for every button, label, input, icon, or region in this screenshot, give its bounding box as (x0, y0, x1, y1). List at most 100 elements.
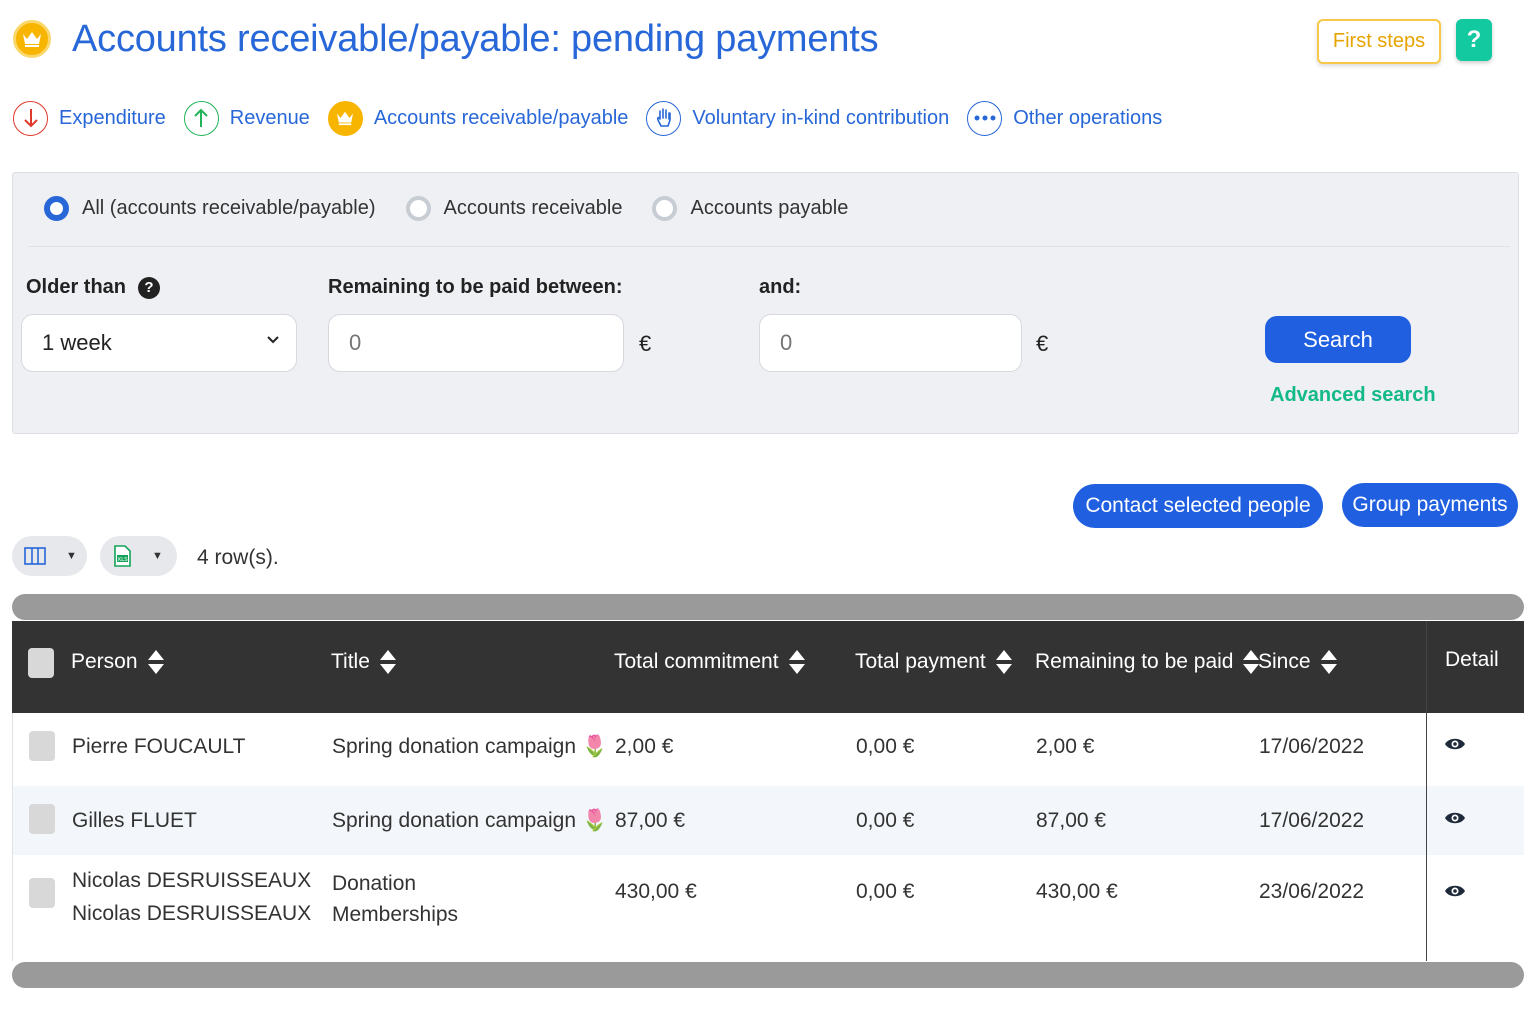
eye-icon[interactable] (1444, 883, 1466, 899)
nav-label: Voluntary in-kind contribution (692, 106, 950, 129)
commitment-cell: 87,00 € (615, 809, 686, 832)
remaining-cell: 430,00 € (1036, 880, 1118, 903)
sort-icon (788, 650, 806, 674)
contact-selected-button[interactable]: Contact selected people (1073, 484, 1323, 528)
currency-label: € (1036, 331, 1049, 356)
radio-unchecked-icon (405, 195, 431, 221)
export-button[interactable]: XLS ▼ (100, 536, 177, 576)
hand-icon (646, 100, 682, 136)
first-steps-button[interactable]: First steps (1317, 19, 1441, 64)
columns-button[interactable]: ▼ (12, 536, 87, 576)
person-cell[interactable]: Gilles FLUET (72, 805, 197, 837)
radio-label: Accounts receivable (443, 196, 623, 219)
table-header: Person Title Total commitment Total paym… (12, 621, 1524, 713)
column-header-title[interactable]: Title (331, 650, 397, 674)
nav-label: Accounts receivable/payable (373, 106, 629, 129)
rows-count: 4 row(s). (197, 546, 279, 569)
payment-cell: 0,00 € (856, 735, 915, 758)
search-button[interactable]: Search (1265, 316, 1411, 363)
remaining-max-input[interactable] (759, 314, 1022, 372)
nav-label: Expenditure (59, 106, 166, 129)
column-header-commitment[interactable]: Total commitment (614, 650, 806, 674)
svg-text:XLS: XLS (117, 557, 128, 563)
crown-icon (327, 100, 363, 136)
table-row: Pierre FOUCAULT Spring donation campaign… (12, 713, 1524, 786)
older-than-select[interactable]: 1 week (21, 314, 297, 372)
page-title: Accounts receivable/payable: pending pay… (72, 18, 879, 60)
nav-item-accounts[interactable]: Accounts receivable/payable (327, 100, 629, 136)
nav-item-other[interactable]: Other operations (967, 100, 1163, 136)
person-cell[interactable]: Nicolas DESRUISSEAUX (72, 898, 311, 930)
nav-item-in-kind[interactable]: Voluntary in-kind contribution (646, 100, 950, 136)
table-row: Nicolas DESRUISSEAUX Nicolas DESRUISSEAU… (12, 855, 1524, 961)
arrow-up-icon (183, 100, 219, 136)
remaining-cell: 87,00 € (1036, 809, 1107, 832)
and-label: and: (759, 276, 802, 298)
title-cell: Memberships (332, 903, 459, 926)
eye-icon[interactable] (1444, 810, 1466, 826)
person-cell[interactable]: Pierre FOUCAULT (72, 731, 245, 763)
excel-icon: XLS (114, 545, 131, 567)
row-checkbox[interactable] (29, 731, 55, 761)
payment-cell: 0,00 € (856, 880, 915, 903)
advanced-search-link[interactable]: Advanced search (1270, 384, 1436, 407)
select-all-checkbox[interactable] (28, 648, 54, 678)
column-header-since[interactable]: Since (1258, 650, 1338, 674)
remaining-cell: 2,00 € (1036, 735, 1095, 758)
payment-cell: 0,00 € (856, 809, 915, 832)
radio-unchecked-icon (652, 195, 678, 221)
eye-icon[interactable] (1444, 736, 1466, 752)
table-row: Gilles FLUET Spring donation campaign 🌷 … (12, 786, 1524, 855)
since-cell: 17/06/2022 (1259, 809, 1365, 832)
radio-payable[interactable]: Accounts payable (652, 195, 849, 221)
columns-icon (24, 547, 46, 565)
nav-label: Revenue (229, 106, 310, 129)
horizontal-scrollbar-bottom[interactable] (12, 962, 1524, 988)
commitment-cell: 2,00 € (615, 735, 674, 758)
crown-icon (13, 20, 51, 58)
sort-icon (995, 650, 1013, 674)
radio-label: Accounts payable (690, 196, 849, 219)
tulip-icon: 🌷 (581, 735, 609, 758)
arrow-down-icon (13, 100, 48, 136)
column-header-payment[interactable]: Total payment (855, 650, 1013, 674)
group-payments-button[interactable]: Group payments (1342, 483, 1518, 527)
radio-label: All (accounts receivable/payable) (82, 196, 376, 219)
sort-icon (1320, 650, 1338, 674)
question-icon[interactable]: ? (138, 276, 161, 299)
radio-receivable[interactable]: Accounts receivable (405, 195, 623, 221)
caret-down-icon: ▼ (152, 550, 163, 562)
person-cell[interactable]: Nicolas DESRUISSEAUX (72, 865, 311, 897)
title-cell: Spring donation campaign 🌷 (332, 809, 609, 832)
type-radio-group: All (accounts receivable/payable) Accoun… (44, 193, 878, 223)
radio-all[interactable]: All (accounts receivable/payable) (44, 195, 376, 221)
sort-icon (379, 650, 397, 674)
tulip-icon: 🌷 (581, 809, 609, 832)
help-button[interactable]: ? (1456, 19, 1492, 61)
more-icon (967, 100, 1003, 136)
divider (28, 246, 1510, 247)
sort-icon (147, 650, 165, 674)
older-than-label: Older than? (26, 276, 161, 299)
nav-item-revenue[interactable]: Revenue (183, 100, 310, 136)
detail-column-divider (1426, 621, 1427, 961)
since-cell: 17/06/2022 (1259, 735, 1365, 758)
title-cell: Donation (332, 872, 417, 895)
row-checkbox[interactable] (29, 878, 55, 908)
currency-label: € (639, 331, 652, 356)
nav-label: Other operations (1013, 106, 1163, 129)
column-header-detail: Detail (1445, 648, 1499, 671)
chevron-down-icon (267, 336, 279, 344)
nav-item-expenditure[interactable]: Expenditure (13, 100, 166, 136)
commitment-cell: 430,00 € (615, 880, 697, 903)
radio-checked-icon (44, 195, 69, 221)
title-cell: Spring donation campaign 🌷 (332, 735, 609, 758)
row-checkbox[interactable] (29, 804, 55, 834)
column-header-remaining[interactable]: Remaining to be paid (1035, 650, 1260, 674)
operations-nav: Expenditure Revenue Accounts receivable/… (13, 98, 1180, 138)
horizontal-scrollbar[interactable] (12, 594, 1524, 620)
caret-down-icon: ▼ (66, 550, 77, 562)
column-header-person[interactable]: Person (71, 650, 165, 674)
remaining-min-input[interactable] (328, 314, 624, 372)
remaining-between-label: Remaining to be paid between: (328, 276, 623, 298)
